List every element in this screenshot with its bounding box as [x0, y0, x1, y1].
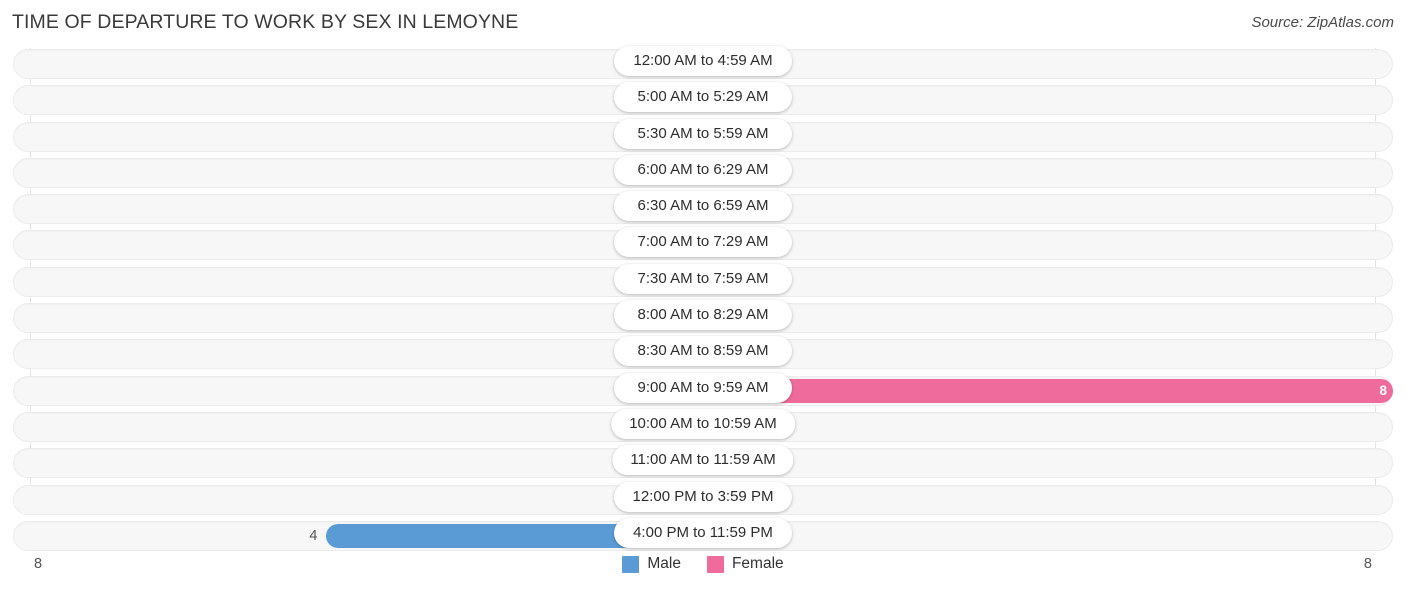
table-row[interactable]: 0011:00 AM to 11:59 AM	[0, 445, 1406, 481]
square-swatch-icon	[706, 555, 724, 573]
page-title: TIME OF DEPARTURE TO WORK BY SEX IN LEMO…	[12, 11, 519, 33]
table-row[interactable]: 008:00 AM to 8:29 AM	[0, 300, 1406, 336]
table-row[interactable]: 089:00 AM to 9:59 AM	[0, 372, 1406, 409]
table-row[interactable]: 404:00 PM to 11:59 PM	[0, 517, 1406, 554]
table-row[interactable]: 006:30 AM to 6:59 AM	[0, 191, 1406, 227]
category-label-pill[interactable]: 4:00 PM to 11:59 PM	[614, 517, 792, 548]
table-row[interactable]: 007:00 AM to 7:29 AM	[0, 227, 1406, 263]
bar-value-male: 4	[309, 527, 318, 544]
table-row[interactable]: 005:30 AM to 5:59 AM	[0, 118, 1406, 155]
chart-plot-area: 0012:00 AM to 4:59 AM005:00 AM to 5:29 A…	[0, 46, 1406, 573]
category-label-pill[interactable]: 11:00 AM to 11:59 AM	[612, 445, 794, 476]
bar-value-female: 8	[1379, 382, 1387, 398]
category-label-pill[interactable]: 9:00 AM to 9:59 AM	[614, 372, 792, 403]
category-label-pill[interactable]: 8:30 AM to 8:59 AM	[614, 336, 792, 367]
chart-header: TIME OF DEPARTURE TO WORK BY SEX IN LEMO…	[0, 0, 1406, 46]
table-row[interactable]: 006:00 AM to 6:29 AM	[0, 154, 1406, 191]
category-label-pill[interactable]: 8:00 AM to 8:29 AM	[614, 300, 792, 331]
chart-page: TIME OF DEPARTURE TO WORK BY SEX IN LEMO…	[0, 0, 1406, 595]
bar-female[interactable]	[703, 378, 1393, 403]
table-row[interactable]: 0012:00 AM to 4:59 AM	[0, 46, 1406, 82]
category-label-pill[interactable]: 5:00 AM to 5:29 AM	[614, 82, 792, 113]
category-label-pill[interactable]: 7:00 AM to 7:29 AM	[614, 227, 792, 258]
legend-label: Female	[731, 555, 784, 572]
table-row[interactable]: 0010:00 AM to 10:59 AM	[0, 408, 1406, 445]
bar-rows-list: 0012:00 AM to 4:59 AM005:00 AM to 5:29 A…	[0, 46, 1406, 554]
chart-legend: Male Female	[0, 555, 1406, 573]
table-row[interactable]: 008:30 AM to 8:59 AM	[0, 336, 1406, 372]
legend-item[interactable]: Female	[706, 555, 784, 573]
category-label-pill[interactable]: 7:30 AM to 7:59 AM	[614, 263, 792, 294]
square-swatch-icon	[622, 555, 640, 573]
source-attribution: Source: ZipAtlas.com	[1251, 14, 1394, 31]
table-row[interactable]: 007:30 AM to 7:59 AM	[0, 263, 1406, 300]
category-label-pill[interactable]: 6:00 AM to 6:29 AM	[614, 154, 792, 185]
legend-item[interactable]: Male	[622, 555, 681, 573]
category-label-pill[interactable]: 12:00 AM to 4:59 AM	[614, 46, 792, 76]
category-label-pill[interactable]: 10:00 AM to 10:59 AM	[611, 408, 795, 439]
category-label-pill[interactable]: 5:30 AM to 5:59 AM	[614, 118, 792, 149]
table-row[interactable]: 005:00 AM to 5:29 AM	[0, 82, 1406, 118]
legend-label: Male	[647, 555, 681, 572]
category-label-pill[interactable]: 6:30 AM to 6:59 AM	[614, 191, 792, 222]
table-row[interactable]: 0012:00 PM to 3:59 PM	[0, 481, 1406, 518]
category-label-pill[interactable]: 12:00 PM to 3:59 PM	[614, 481, 792, 512]
